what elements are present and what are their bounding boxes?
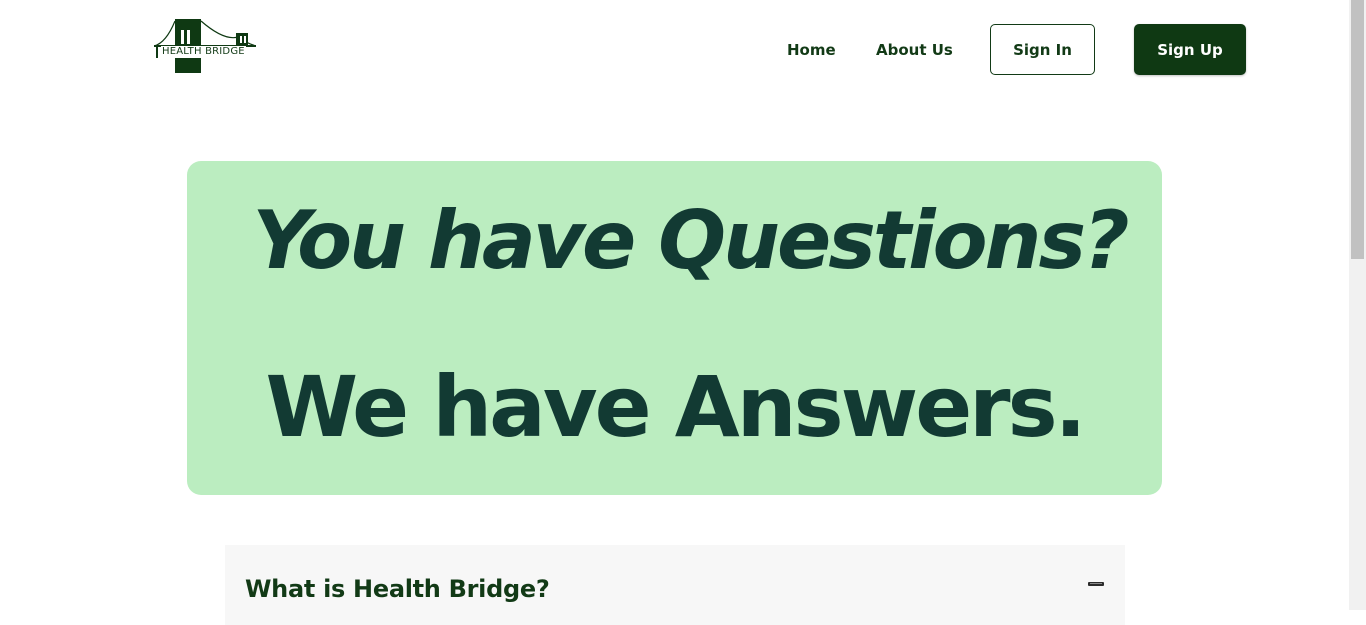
sign-up-label: Sign Up [1157, 40, 1223, 59]
health-bridge-logo[interactable]: HEALTH BRIDGE [153, 19, 257, 73]
sign-in-button[interactable]: Sign In [990, 24, 1095, 75]
faq-item[interactable]: What is Health Bridge? [225, 545, 1125, 625]
hero-headline-questions: You have Questions? [252, 194, 1129, 287]
minus-icon[interactable] [1088, 581, 1104, 587]
sign-up-button[interactable]: Sign Up [1134, 24, 1246, 75]
nav-home-link[interactable]: Home [787, 38, 836, 62]
hero-banner: You have Questions? We have Answers. [187, 161, 1162, 495]
faq-question[interactable]: What is Health Bridge? [245, 575, 550, 603]
scrollbar-thumb[interactable] [1351, 0, 1364, 259]
sign-in-label: Sign In [1013, 40, 1072, 59]
page: HEALTH BRIDGE Home About Us Sign In Sign… [0, 0, 1349, 625]
vertical-scrollbar[interactable] [1349, 0, 1366, 610]
logo-wordmark: HEALTH BRIDGE [161, 46, 246, 58]
nav-about-us-link[interactable]: About Us [876, 38, 953, 62]
hero-headline-answers: We have Answers. [265, 358, 1086, 456]
